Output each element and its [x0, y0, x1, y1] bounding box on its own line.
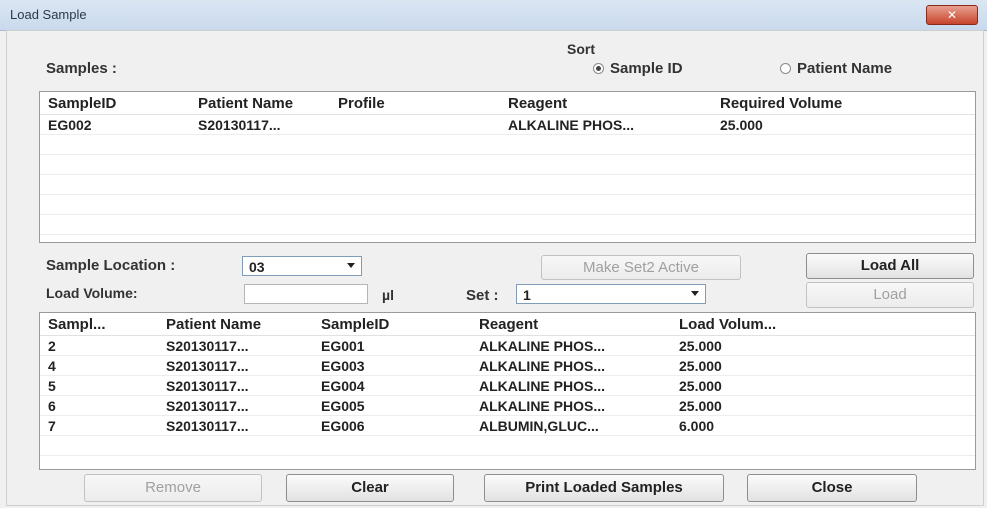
sort-patient-name-radio[interactable]: Patient Name [780, 60, 892, 77]
cell-patient-name: S20130117... [166, 337, 249, 354]
table-row[interactable]: 4 S20130117... EG003 ALKALINE PHOS... 25… [40, 356, 975, 376]
column-header-patient-name[interactable]: Patient Name [190, 95, 330, 112]
cell-reagent: ALBUMIN,GLUC... [479, 417, 599, 434]
cell-reagent: ALKALINE PHOS... [479, 377, 606, 394]
table-row[interactable]: 7 S20130117... EG006 ALBUMIN,GLUC... 6.0… [40, 416, 975, 436]
cell-reagent: ALKALINE PHOS... [479, 357, 606, 374]
empty-row [40, 175, 975, 195]
empty-row [40, 135, 975, 155]
radio-unselected-icon [780, 63, 791, 74]
column-header-load-volume[interactable]: Load Volum... [671, 316, 871, 333]
table-row[interactable]: EG002 S20130117... ALKALINE PHOS... 25.0… [40, 115, 975, 135]
set-value: 1 [523, 287, 531, 303]
load-volume-label: Load Volume: [46, 285, 138, 301]
print-loaded-samples-button[interactable]: Print Loaded Samples [484, 474, 724, 502]
cell-sample-id: EG003 [321, 357, 365, 374]
table-row[interactable]: 5 S20130117... EG004 ALKALINE PHOS... 25… [40, 376, 975, 396]
window-title: Load Sample [10, 7, 87, 22]
cell-load-volume: 6.000 [679, 417, 715, 434]
cell-reagent: ALKALINE PHOS... [479, 337, 606, 354]
cell-reagent: ALKALINE PHOS... [479, 397, 606, 414]
cell-load-volume: 25.000 [679, 337, 722, 354]
column-header-sample[interactable]: Sampl... [40, 316, 158, 333]
empty-row [40, 155, 975, 175]
empty-row [40, 436, 975, 456]
samples-table-header: SampleID Patient Name Profile Reagent Re… [40, 92, 975, 115]
load-volume-input[interactable] [244, 284, 368, 304]
cell-sample: 2 [48, 337, 56, 354]
radio-selected-icon [593, 63, 604, 74]
cell-required-volume: 25.000 [720, 116, 763, 133]
cell-patient-name: S20130117... [166, 417, 249, 434]
make-set2-active-button[interactable]: Make Set2 Active [541, 255, 741, 280]
load-button[interactable]: Load [806, 282, 974, 308]
sort-sample-id-label: Sample ID [610, 60, 683, 77]
remove-button[interactable]: Remove [84, 474, 262, 502]
loaded-samples-table[interactable]: Sampl... Patient Name SampleID Reagent L… [39, 312, 976, 470]
column-header-required-volume[interactable]: Required Volume [712, 95, 972, 112]
samples-table[interactable]: SampleID Patient Name Profile Reagent Re… [39, 91, 976, 243]
column-header-sample-id[interactable]: SampleID [313, 316, 471, 333]
table-row[interactable]: 2 S20130117... EG001 ALKALINE PHOS... 25… [40, 336, 975, 356]
column-header-reagent[interactable]: Reagent [500, 95, 712, 112]
cell-load-volume: 25.000 [679, 377, 722, 394]
cell-patient-name: S20130117... [166, 397, 249, 414]
cell-reagent: ALKALINE PHOS... [508, 116, 635, 133]
column-header-sample-id[interactable]: SampleID [40, 95, 190, 112]
cell-patient-name: S20130117... [166, 357, 249, 374]
cell-sample-id: EG004 [321, 377, 365, 394]
load-all-button[interactable]: Load All [806, 253, 974, 279]
cell-load-volume: 25.000 [679, 357, 722, 374]
sample-location-combo[interactable]: 03 [242, 256, 362, 276]
cell-sample: 4 [48, 357, 56, 374]
column-header-profile[interactable]: Profile [330, 95, 500, 112]
cell-load-volume: 25.000 [679, 397, 722, 414]
column-header-reagent[interactable]: Reagent [471, 316, 671, 333]
chevron-down-icon [347, 263, 355, 268]
sort-sample-id-radio[interactable]: Sample ID [593, 60, 683, 77]
empty-row [40, 215, 975, 235]
column-header-patient-name[interactable]: Patient Name [158, 316, 313, 333]
cell-patient-name: S20130117... [166, 377, 249, 394]
load-volume-unit: µl [382, 287, 394, 303]
window-close-button[interactable]: ✕ [926, 5, 978, 25]
sample-location-label: Sample Location : [46, 257, 176, 274]
cell-sample-id: EG002 [48, 116, 92, 133]
clear-button[interactable]: Clear [286, 474, 454, 502]
cell-sample-id: EG005 [321, 397, 365, 414]
samples-label: Samples : [46, 60, 117, 77]
sort-patient-name-label: Patient Name [797, 60, 893, 77]
close-button[interactable]: Close [747, 474, 917, 502]
cell-patient-name: S20130117... [198, 116, 281, 133]
table-row[interactable]: 6 S20130117... EG005 ALKALINE PHOS... 25… [40, 396, 975, 416]
empty-row [40, 456, 975, 469]
chevron-down-icon [691, 291, 699, 296]
set-combo[interactable]: 1 [516, 284, 706, 304]
sort-label: Sort [567, 41, 595, 57]
cell-sample: 6 [48, 397, 56, 414]
cell-sample-id: EG006 [321, 417, 365, 434]
cell-sample: 7 [48, 417, 56, 434]
loaded-table-header: Sampl... Patient Name SampleID Reagent L… [40, 313, 975, 336]
cell-sample: 5 [48, 377, 56, 394]
load-sample-window: Load Sample ✕ Samples : Sort Sample ID P… [0, 0, 987, 508]
set-label: Set : [466, 287, 499, 304]
title-bar[interactable]: Load Sample ✕ [0, 0, 987, 31]
empty-row [40, 195, 975, 215]
sample-location-value: 03 [249, 259, 265, 275]
cell-sample-id: EG001 [321, 337, 365, 354]
